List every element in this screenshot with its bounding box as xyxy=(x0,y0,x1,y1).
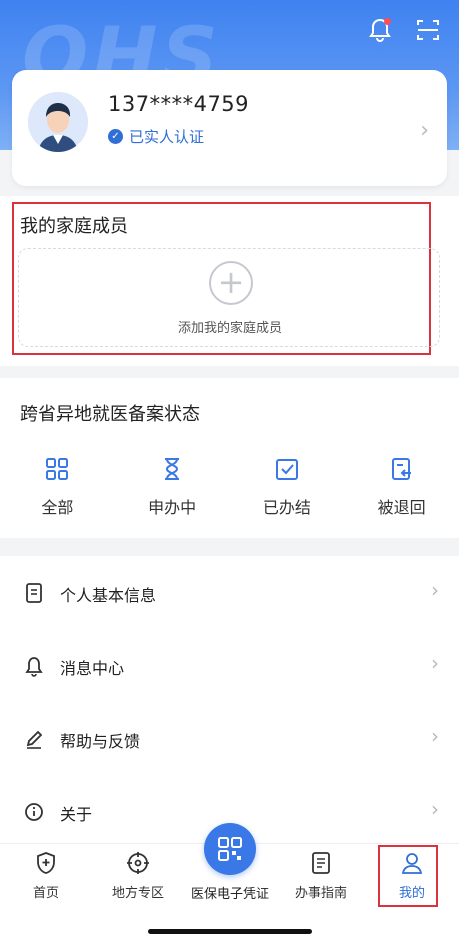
tab-local-zone[interactable]: 地方专区 xyxy=(98,850,178,901)
checkbox-icon xyxy=(275,459,298,480)
return-doc-icon xyxy=(391,458,411,480)
document-icon xyxy=(26,583,42,603)
scan-icon[interactable] xyxy=(415,16,441,44)
qr-code-icon xyxy=(218,837,242,861)
status-label: 全部 xyxy=(41,498,74,517)
menu-item-messages[interactable]: 消息中心 › xyxy=(0,637,459,697)
info-icon xyxy=(25,803,43,821)
profile-card[interactable]: 137****4759 ✓ 已实人认证 › xyxy=(12,70,447,186)
guide-doc-icon xyxy=(312,852,330,874)
tab-label: 办事指南 xyxy=(294,886,347,901)
status-all[interactable]: 全部 xyxy=(0,456,115,518)
plus-icon: + xyxy=(209,261,253,305)
menu-item-personal-info[interactable]: 个人基本信息 › xyxy=(0,564,459,624)
verified-label: 已实人认证 xyxy=(129,128,205,146)
home-indicator xyxy=(148,929,312,934)
highlight-box xyxy=(378,845,438,907)
avatar xyxy=(28,92,88,152)
phone-number: 137****4759 xyxy=(108,92,250,116)
tab-home[interactable]: 首页 xyxy=(6,850,86,901)
status-in-progress[interactable]: 申办中 xyxy=(115,456,230,518)
status-label: 已办结 xyxy=(262,498,311,517)
family-members-section: 我的家庭成员 + 添加我的家庭成员 xyxy=(0,196,459,366)
add-family-member-button[interactable]: + 添加我的家庭成员 xyxy=(18,248,440,347)
chevron-right-icon: › xyxy=(431,578,439,602)
target-icon xyxy=(127,852,149,874)
tab-label[interactable]: 医保电子凭证 xyxy=(180,883,280,902)
add-family-label: 添加我的家庭成员 xyxy=(177,321,282,336)
grid-icon xyxy=(46,458,69,480)
family-title: 我的家庭成员 xyxy=(20,216,128,237)
chevron-right-icon: › xyxy=(431,797,439,821)
notification-dot xyxy=(384,18,391,25)
bell-icon[interactable] xyxy=(367,16,393,44)
filing-status-section: 跨省异地就医备案状态 全部 申办中 已办结 被退回 xyxy=(0,378,459,538)
chevron-right-icon: › xyxy=(420,118,429,143)
tab-label: 地方专区 xyxy=(111,886,164,901)
tab-label: 首页 xyxy=(32,886,59,901)
pen-icon xyxy=(26,730,43,749)
settings-menu: 个人基本信息 › 消息中心 › 帮助与反馈 › 关于 › xyxy=(0,556,459,846)
status-returned[interactable]: 被退回 xyxy=(344,456,459,518)
bell-icon xyxy=(25,657,43,677)
hourglass-icon xyxy=(165,458,180,480)
shield-plus-icon xyxy=(37,852,55,874)
status-label: 申办中 xyxy=(148,498,197,517)
menu-label: 消息中心 xyxy=(60,659,125,678)
menu-label: 关于 xyxy=(60,805,93,824)
medical-insurance-qr-button[interactable] xyxy=(204,823,256,875)
chevron-right-icon: › xyxy=(431,651,439,675)
status-completed[interactable]: 已办结 xyxy=(230,456,345,518)
menu-label: 帮助与反馈 xyxy=(60,732,141,751)
filing-status-title: 跨省异地就医备案状态 xyxy=(20,404,200,425)
menu-label: 个人基本信息 xyxy=(60,586,157,605)
menu-item-help-feedback[interactable]: 帮助与反馈 › xyxy=(0,710,459,770)
tab-service-guide[interactable]: 办事指南 xyxy=(281,850,361,901)
check-badge-icon: ✓ xyxy=(108,129,123,144)
chevron-right-icon: › xyxy=(431,724,439,748)
verification-status: ✓ 已实人认证 xyxy=(108,126,204,147)
status-label: 被退回 xyxy=(377,498,426,517)
